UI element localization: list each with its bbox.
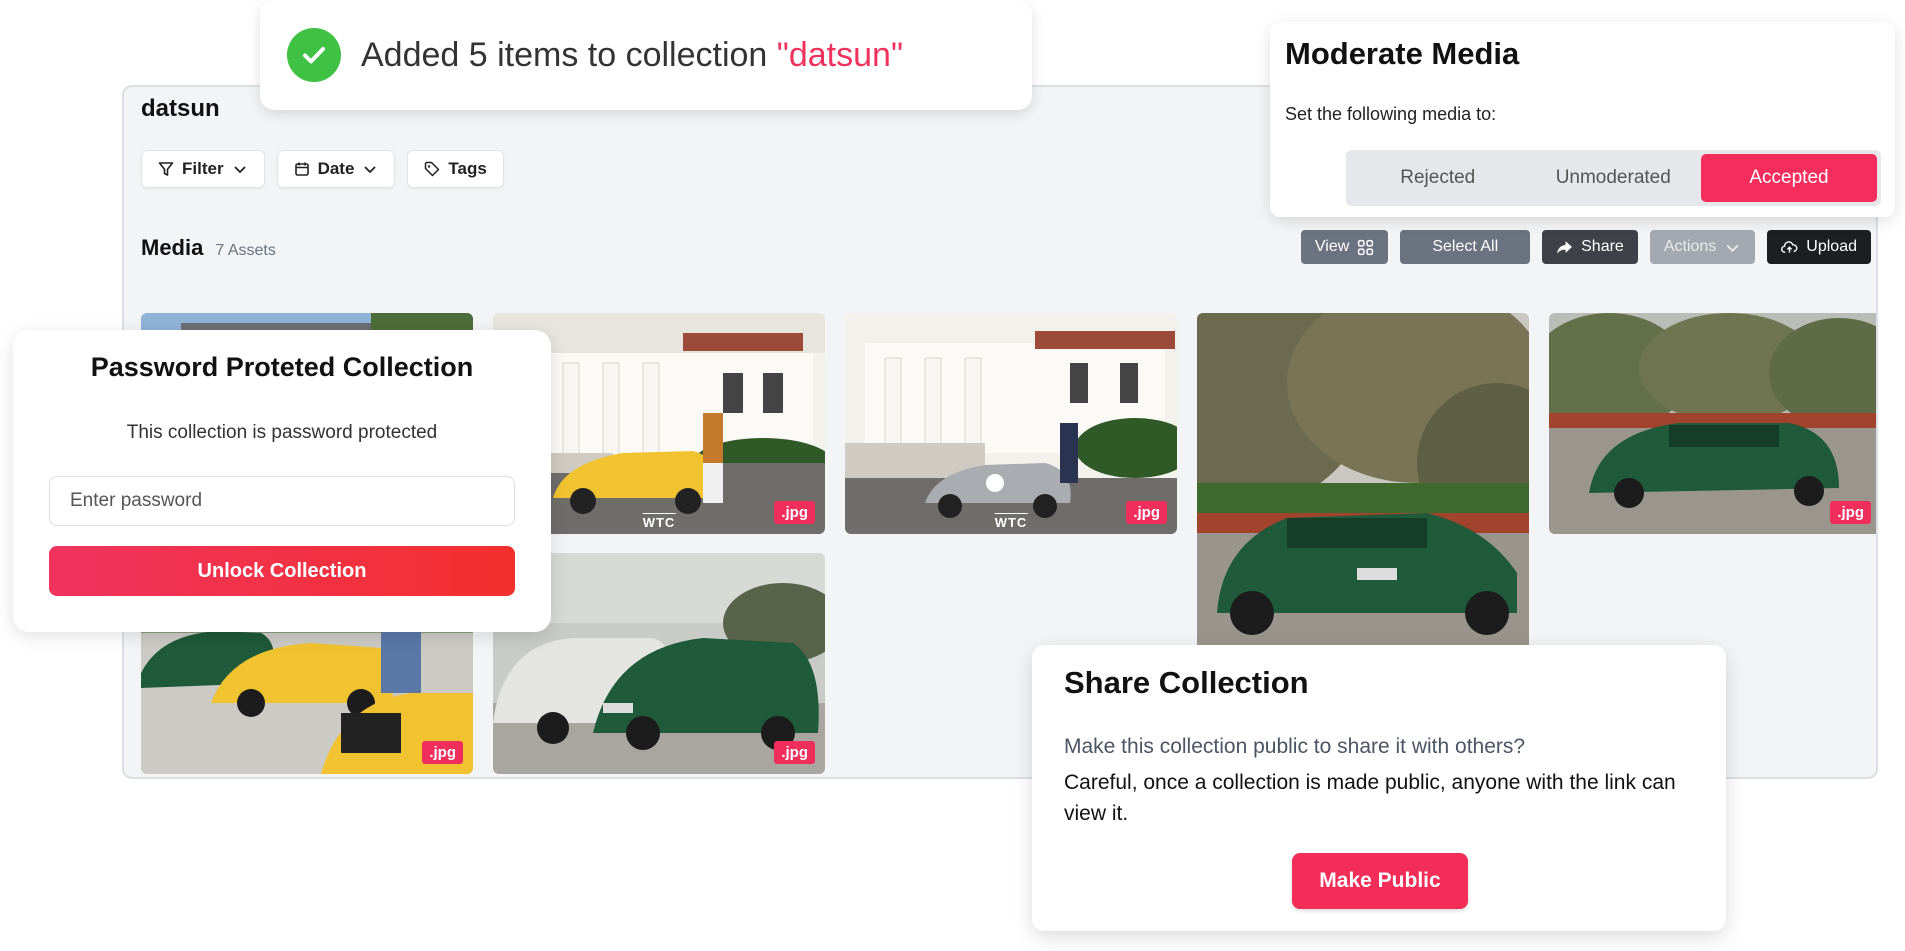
option-accepted[interactable]: Accepted xyxy=(1701,154,1877,202)
view-button[interactable]: View xyxy=(1300,230,1389,264)
tags-button[interactable]: Tags xyxy=(407,150,504,188)
share-collection-dialog: Share Collection Make this collection pu… xyxy=(1032,645,1726,931)
moderate-media-panel: Moderate Media Set the following media t… xyxy=(1270,22,1895,217)
chevron-down-icon xyxy=(364,166,377,174)
asset-count: 7 Assets xyxy=(215,242,276,259)
password-input[interactable] xyxy=(49,476,515,526)
chevron-down-icon xyxy=(233,166,246,174)
moderate-subtitle: Set the following media to: xyxy=(1285,104,1497,124)
moderation-segmented-control: Rejected Unmoderated Accepted xyxy=(1346,150,1881,206)
filter-button[interactable]: Filter xyxy=(141,150,265,188)
share-arrow-icon xyxy=(1557,240,1573,254)
file-type-badge: .jpg xyxy=(1830,501,1871,524)
media-toolbar: View Select All Share Actions Upload xyxy=(1300,230,1871,264)
photo-green-datsun-rear xyxy=(1197,313,1529,653)
check-circle-icon xyxy=(287,28,341,82)
date-label: Date xyxy=(317,159,355,178)
collection-title: datsun xyxy=(141,95,220,122)
file-type-badge: .jpg xyxy=(774,501,815,524)
password-protected-dialog: Password Proteted Collection This collec… xyxy=(13,330,551,632)
filter-label: Filter xyxy=(182,159,224,178)
upload-button[interactable]: Upload xyxy=(1767,230,1871,264)
media-tile[interactable]: WTC .jpg xyxy=(845,313,1177,534)
password-dialog-description: This collection is password protected xyxy=(126,422,438,443)
chevron-down-icon xyxy=(1726,244,1739,252)
toast-message-text: Added 5 items to collection xyxy=(361,35,777,74)
filter-bar: Filter Date Tags xyxy=(141,150,504,188)
grid-icon xyxy=(1358,239,1374,255)
select-all-button[interactable]: Select All xyxy=(1400,230,1531,264)
view-label: View xyxy=(1314,238,1350,255)
share-label: Share xyxy=(1581,238,1624,255)
file-type-badge: .jpg xyxy=(422,741,463,764)
share-button[interactable]: Share xyxy=(1542,230,1638,264)
media-title: Media xyxy=(141,235,204,260)
moderate-title: Moderate Media xyxy=(1285,36,1520,71)
media-header: Media 7 Assets xyxy=(141,235,276,261)
media-tile[interactable] xyxy=(1197,313,1529,653)
share-dialog-title: Share Collection xyxy=(1064,665,1309,700)
success-toast: Added 5 items to collection "datsun" xyxy=(260,0,1032,110)
option-unmoderated[interactable]: Unmoderated xyxy=(1526,154,1702,202)
date-button[interactable]: Date xyxy=(276,150,396,188)
make-public-button[interactable]: Make Public xyxy=(1292,853,1468,909)
tags-label: Tags xyxy=(448,159,487,178)
wtc-watermark: WTC xyxy=(642,513,676,530)
file-type-badge: .jpg xyxy=(1126,501,1167,524)
share-warning: Careful, once a collection is made publi… xyxy=(1064,771,1676,825)
share-question: Make this collection public to share it … xyxy=(1064,735,1526,758)
toast-collection-name: "datsun" xyxy=(776,35,904,74)
upload-label: Upload xyxy=(1806,238,1857,255)
file-type-badge: .jpg xyxy=(774,741,815,764)
actions-label: Actions xyxy=(1663,238,1717,255)
password-dialog-title: Password Proteted Collection xyxy=(90,352,474,382)
media-tile[interactable]: .jpg xyxy=(1549,313,1876,534)
wtc-watermark: WTC xyxy=(994,513,1028,530)
cloud-upload-icon xyxy=(1781,240,1798,253)
filter-icon xyxy=(158,162,174,176)
calendar-icon xyxy=(294,162,309,176)
tag-icon xyxy=(425,161,440,177)
photo-green-datsun-gravel xyxy=(1549,313,1876,534)
select-all-label: Select All xyxy=(1432,238,1499,255)
toast-message: Added 5 items to collection "datsun" xyxy=(361,36,903,75)
option-rejected[interactable]: Rejected xyxy=(1350,154,1526,202)
unlock-collection-button[interactable]: Unlock Collection xyxy=(49,546,515,596)
actions-dropdown[interactable]: Actions xyxy=(1649,230,1756,264)
